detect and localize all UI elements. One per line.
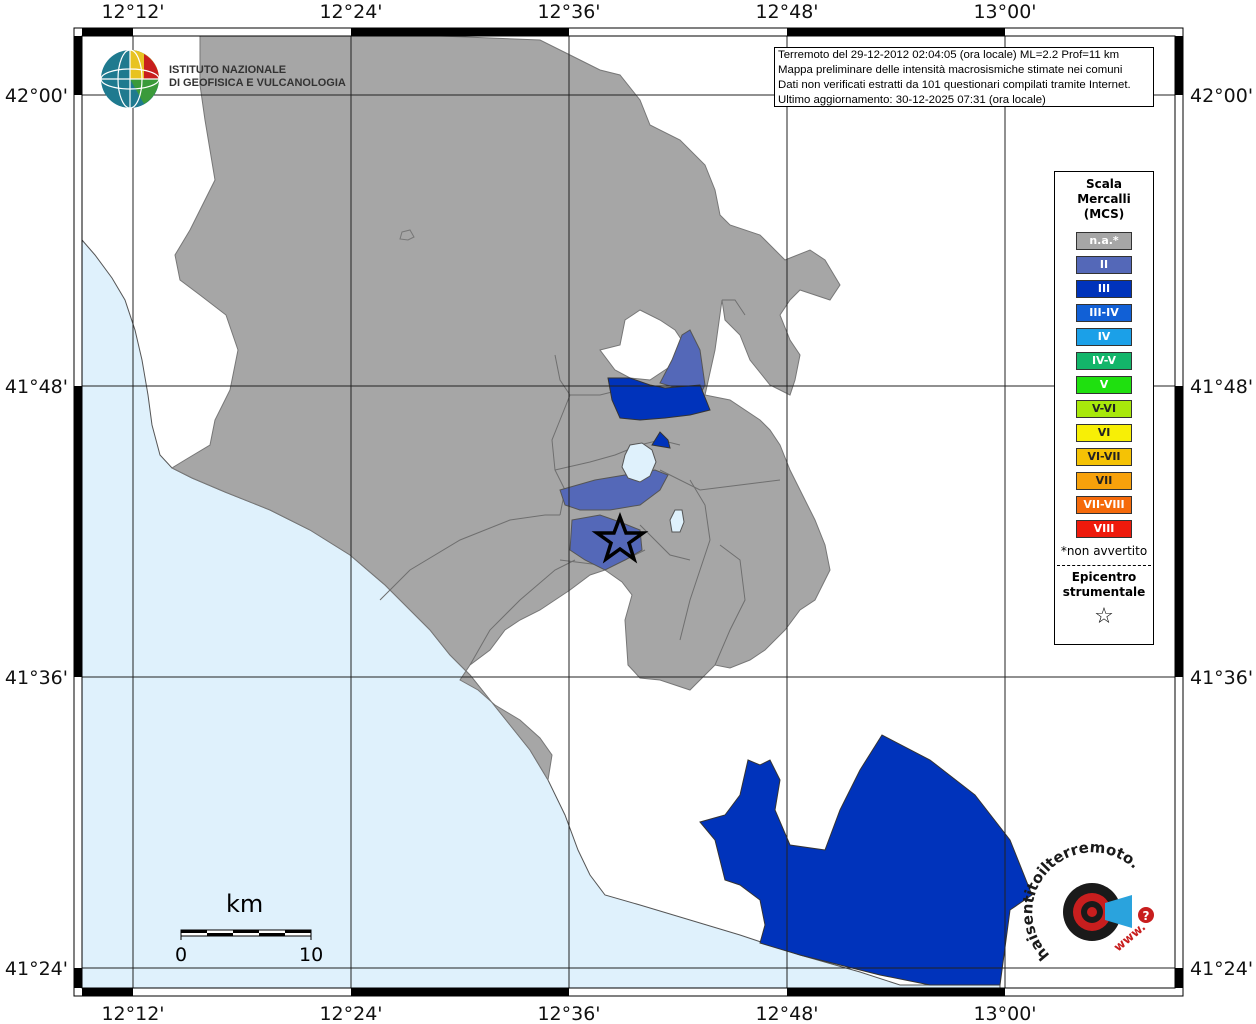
- event-info-line: Mappa preliminare delle intensità macros…: [778, 64, 1123, 76]
- globe-icon: [100, 49, 160, 109]
- event-info-box: Terremoto del 29-12-2012 02:04:05 (ora l…: [774, 47, 1154, 107]
- scale-bar-unit: km: [226, 890, 264, 918]
- tick-label: 41°36': [1190, 667, 1253, 689]
- scale-bar-min: 0: [175, 944, 188, 966]
- legend-item: II: [1076, 256, 1132, 274]
- legend-item: VII-VIII: [1076, 496, 1132, 514]
- legend-item: IV: [1076, 328, 1132, 346]
- legend-item: III: [1076, 280, 1132, 298]
- axis-labels-left: 42°00' 41°48' 41°36' 41°24': [5, 85, 68, 980]
- tick-label: 12°48': [755, 1003, 818, 1024]
- tick-label: 41°48': [1190, 376, 1253, 398]
- axis-labels-bottom: 12°12' 12°24' 12°36' 12°48' 13°00': [101, 1003, 1036, 1024]
- legend-item: III-IV: [1076, 304, 1132, 322]
- tick-label: 12°48': [755, 1, 818, 23]
- scale-bar-max: 10: [299, 944, 324, 966]
- legend-item: V-VI: [1076, 400, 1132, 418]
- tick-label: 12°24': [319, 1003, 382, 1024]
- event-info-line: Terremoto del 29-12-2012 02:04:05 (ora l…: [778, 49, 1120, 61]
- tick-label: 42°00': [5, 85, 68, 107]
- tick-label: 13°00': [973, 1003, 1036, 1024]
- legend-note: *non avvertito: [1060, 544, 1148, 558]
- axis-labels-top: 12°12' 12°24' 12°36' 12°48' 13°00': [101, 1, 1036, 23]
- legend-epicentre-label: Epicentro strumentale: [1055, 570, 1153, 600]
- tick-label: 12°36': [537, 1003, 600, 1024]
- legend-item: n.a.*: [1076, 232, 1132, 250]
- tick-label: 41°48': [5, 376, 68, 398]
- institute-name: ISTITUTO NAZIONALE DI GEOFISICA E VULCAN…: [169, 64, 346, 90]
- legend-item: VII: [1076, 472, 1132, 490]
- tick-label: 42°00': [1190, 85, 1253, 107]
- legend-item: VI-VII: [1076, 448, 1132, 466]
- tick-label: 12°36': [537, 1, 600, 23]
- epicentre-star-icon: ☆: [1094, 604, 1114, 629]
- legend-separator: [1057, 565, 1151, 566]
- event-info-line: Dati non verificati estratti da 101 ques…: [778, 79, 1131, 91]
- legend-item: V: [1076, 376, 1132, 394]
- tick-label: 12°24': [319, 1, 382, 23]
- legend-title-line: Scala: [1085, 177, 1123, 191]
- legend-items: n.a.* II III III-IV IV IV-V V V-VI VI VI-VII VII VI…: [1055, 232, 1153, 538]
- legend-item: VIII: [1076, 520, 1132, 538]
- legend-item: IV-V: [1076, 352, 1132, 370]
- axis-labels-right: 42°00' 41°48' 41°36' 41°24': [1190, 85, 1253, 980]
- institute-line: DI GEOFISICA E VULCANOLOGIA: [169, 77, 346, 89]
- svg-text:?: ?: [1143, 909, 1150, 923]
- legend-epicentre-line: Epicentro: [1071, 570, 1137, 584]
- intensity-legend: Scala Mercalli (MCS) n.a.* II III III-IV IV I…: [1054, 171, 1154, 645]
- tick-label: 41°36': [5, 667, 68, 689]
- legend-title: Scala Mercalli (MCS): [1055, 177, 1153, 222]
- tick-label: 13°00': [973, 1, 1036, 23]
- tick-label: 12°12': [101, 1003, 164, 1024]
- legend-item: VI: [1076, 424, 1132, 442]
- tick-label: 12°12': [101, 1, 164, 23]
- tick-label: 41°24': [1190, 958, 1253, 980]
- event-info-line: Ultimo aggiornamento: 30-12-2025 07:31 (…: [778, 94, 1046, 106]
- legend-title-line: Mercalli: [1077, 192, 1131, 206]
- tick-label: 41°24': [5, 958, 68, 980]
- institute-line: ISTITUTO NAZIONALE: [169, 64, 287, 76]
- legend-title-line: (MCS): [1083, 207, 1125, 221]
- legend-epicentre-line: strumentale: [1062, 585, 1146, 599]
